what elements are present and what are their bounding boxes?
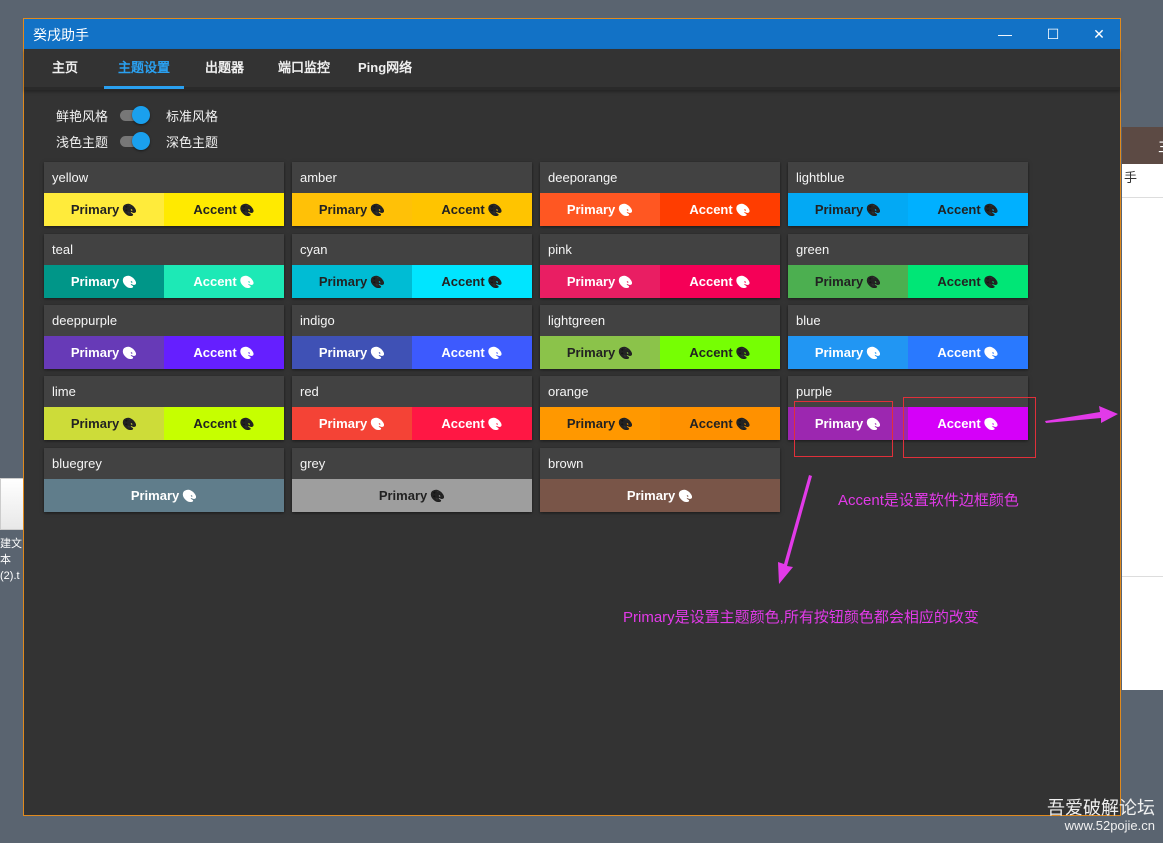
accent-note: Accent是设置软件边框颜色 [838,492,1019,509]
watermark-title: 吾爱破解论坛 [1047,798,1155,818]
arrow-to-window-border [1045,406,1118,423]
primary-note: Primary是设置主题颜色,所有按钮颜色都会相应的改变 [623,609,979,626]
arrow-to-primary-note [778,475,812,584]
watermark-url: www.52pojie.cn [1064,818,1155,833]
annotation-arrows [778,406,1118,584]
